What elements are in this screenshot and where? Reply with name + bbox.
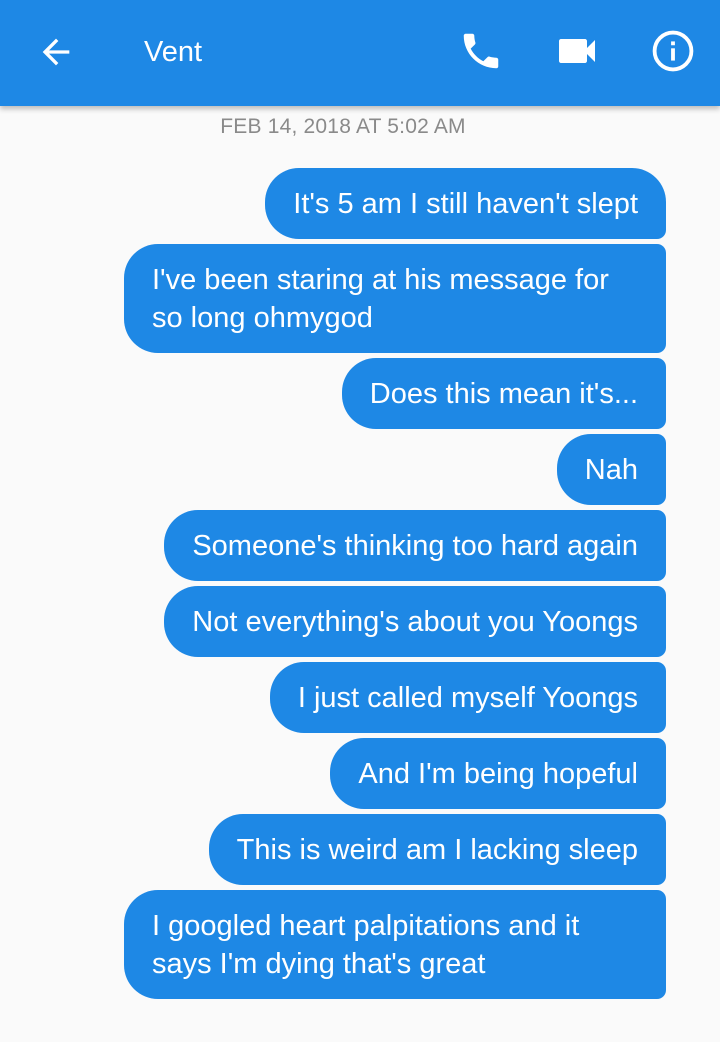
message-thread: It's 5 am I still haven't slept I've been… [106, 168, 666, 1004]
message-bubble[interactable]: It's 5 am I still haven't slept [265, 168, 666, 239]
message-bubble[interactable]: And I'm being hopeful [330, 738, 666, 809]
message-bubble[interactable]: I just called myself Yoongs [269, 662, 666, 733]
app-bar: Vent [0, 0, 720, 106]
message-bubble[interactable]: This is weird am I lacking sleep [208, 814, 666, 885]
call-button[interactable] [454, 24, 508, 78]
arrow-left-icon [42, 38, 70, 66]
message-timestamp: FEB 14, 2018 AT 5:02 AM [220, 115, 466, 138]
video-camera-icon [559, 39, 595, 63]
message-bubble[interactable]: I googled heart palpitations and it says… [124, 890, 666, 999]
video-call-button[interactable] [550, 24, 604, 78]
message-bubble[interactable]: Does this mean it's... [341, 358, 666, 429]
phone-icon [463, 33, 499, 69]
message-bubble[interactable]: Nah [556, 434, 666, 505]
conversation-title[interactable]: Vent [144, 30, 202, 74]
info-button[interactable] [646, 24, 700, 78]
info-icon [652, 30, 694, 72]
message-bubble[interactable]: Not everything's about you Yoongs [164, 586, 666, 657]
back-button[interactable] [30, 26, 82, 78]
message-bubble[interactable]: Someone's thinking too hard again [164, 510, 666, 581]
message-bubble[interactable]: I've been staring at his message for so … [124, 244, 666, 353]
